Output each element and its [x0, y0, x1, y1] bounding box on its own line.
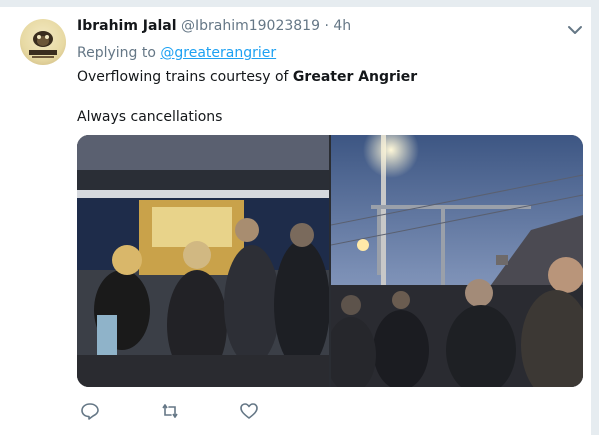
tweet-time[interactable]: 4h	[333, 18, 351, 34]
author-handle[interactable]: @Ibrahim19023819	[181, 18, 320, 34]
heart-icon[interactable]	[239, 402, 259, 420]
tweet-text-line2: Always cancellations	[77, 109, 223, 125]
tweet-text: Overflowing trains courtesy of Greater A…	[77, 67, 417, 127]
reply-icon[interactable]	[80, 402, 100, 420]
tweet-header: Ibrahim Jalal @Ibrahim19023819 · 4h	[77, 18, 351, 34]
replying-to-link[interactable]: @greaterangrier	[160, 45, 276, 61]
author-name[interactable]: Ibrahim Jalal	[77, 18, 177, 34]
tweet-card[interactable]: Ibrahim Jalal @Ibrahim19023819 · 4h Repl…	[0, 6, 592, 435]
meta-separator: ·	[324, 18, 329, 34]
retweet-icon[interactable]	[160, 402, 180, 420]
replying-to-label: Replying to	[77, 45, 156, 61]
replying-to: Replying to @greaterangrier	[77, 45, 276, 61]
media-photo-station-crowd[interactable]	[331, 135, 583, 387]
tweet-text-prefix: Overflowing trains courtesy of	[77, 69, 289, 85]
chevron-down-icon[interactable]	[567, 24, 583, 36]
tweet-media	[77, 135, 583, 387]
media-photo-crowded-platform[interactable]	[77, 135, 329, 387]
avatar[interactable]	[20, 19, 66, 65]
avatar-image	[29, 31, 57, 58]
tweet-text-bold: Greater Angrier	[292, 69, 418, 85]
